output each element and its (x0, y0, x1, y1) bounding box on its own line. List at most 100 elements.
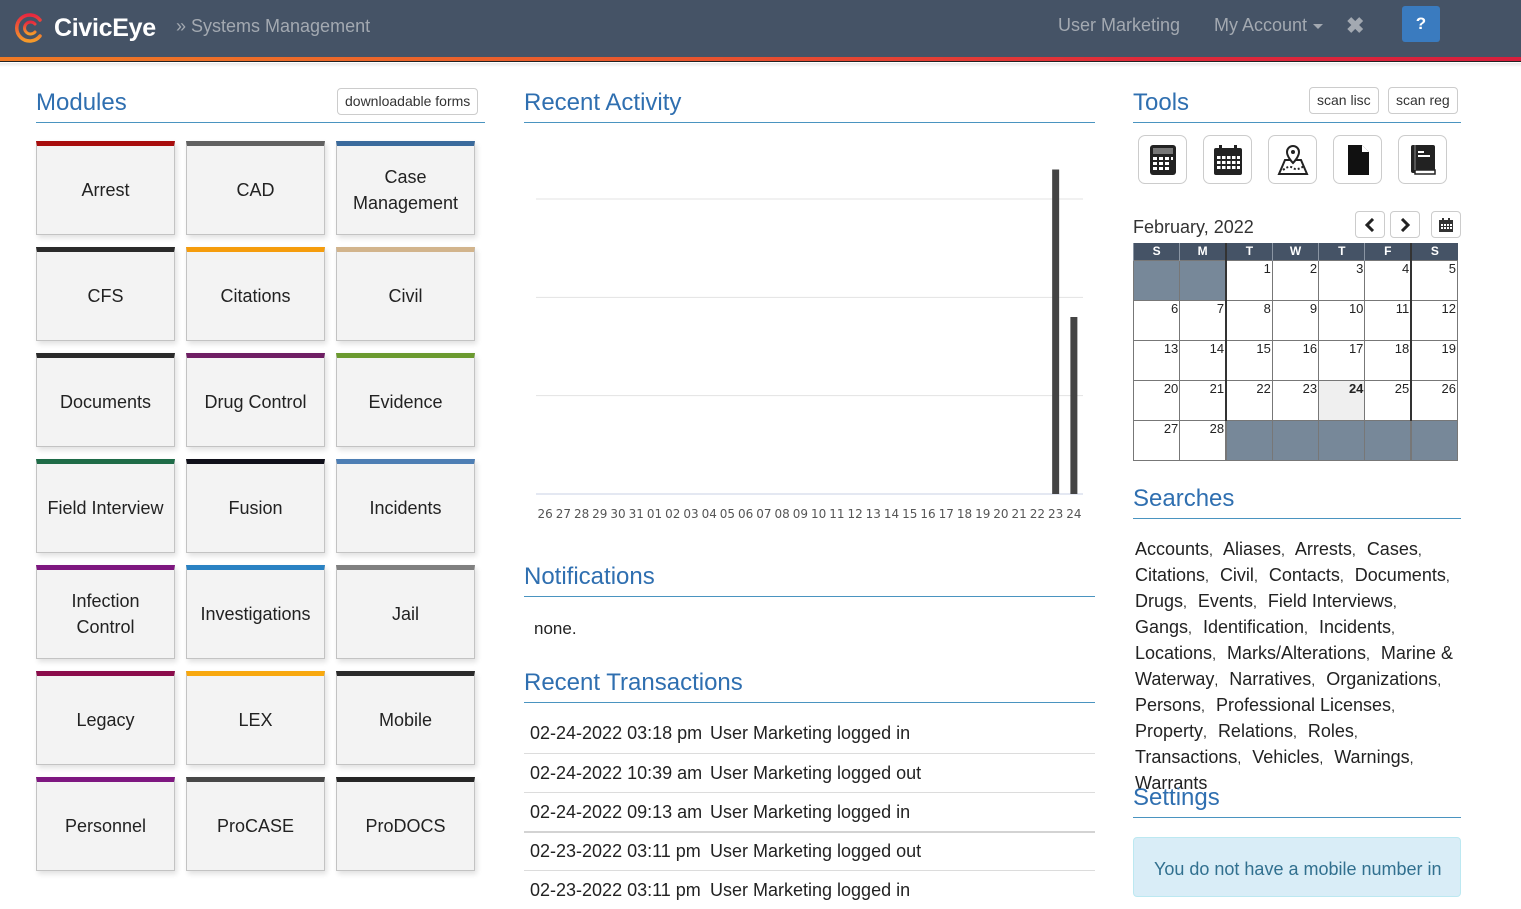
calendar-day[interactable]: 27 (1132, 419, 1181, 461)
calendar-next-button[interactable] (1390, 211, 1420, 238)
calendar-day[interactable]: 26 (1410, 379, 1459, 421)
scan-license-button[interactable]: scan lisc (1309, 87, 1379, 114)
map-tool-button[interactable] (1268, 135, 1317, 184)
calendar-day[interactable]: 5 (1410, 259, 1459, 301)
calendar-day[interactable]: 11 (1364, 299, 1412, 341)
module-tile-cfs[interactable]: CFS (36, 247, 175, 341)
calendar-day[interactable]: 1 (1225, 259, 1273, 301)
calendar-day-today[interactable]: 24 (1318, 379, 1366, 421)
brand-logo[interactable]: CivicEye (14, 8, 156, 48)
calendar-day[interactable]: 14 (1179, 339, 1227, 381)
calendar-day[interactable]: 9 (1271, 299, 1320, 341)
calendar-day[interactable]: 8 (1225, 299, 1273, 341)
transaction-row: 02-24-2022 09:13 am User Marketing logged… (524, 792, 1095, 831)
module-tile-investigations[interactable]: Investigations (186, 565, 325, 659)
calendar-day[interactable]: 3 (1318, 259, 1366, 301)
search-link[interactable]: Gangs (1135, 617, 1188, 637)
search-link[interactable]: Field Interviews (1268, 591, 1393, 611)
module-tile-drug-control[interactable]: Drug Control (186, 353, 325, 447)
module-tile-cad[interactable]: CAD (186, 141, 325, 235)
document-tool-button[interactable] (1333, 135, 1382, 184)
book-tool-button[interactable] (1398, 135, 1447, 184)
module-tile-personnel[interactable]: Personnel (36, 777, 175, 871)
search-link[interactable]: Events (1198, 591, 1253, 611)
calendar-day[interactable]: 23 (1271, 379, 1320, 421)
search-link[interactable]: Incidents (1319, 617, 1391, 637)
search-link[interactable]: Organizations (1326, 669, 1437, 689)
calendar-day[interactable]: 28 (1179, 419, 1227, 461)
search-link[interactable]: Aliases (1223, 539, 1281, 559)
search-link[interactable]: Locations (1135, 643, 1212, 663)
module-tile-arrest[interactable]: Arrest (36, 141, 175, 235)
module-tile-documents[interactable]: Documents (36, 353, 175, 447)
search-link[interactable]: Identification (1203, 617, 1304, 637)
calendar-day[interactable]: 10 (1318, 299, 1366, 341)
search-link[interactable]: Professional Licenses (1216, 695, 1391, 715)
module-tile-incidents[interactable]: Incidents (336, 459, 475, 553)
calendar-day[interactable]: 22 (1225, 379, 1273, 421)
module-tile-mobile[interactable]: Mobile (336, 671, 475, 765)
calendar-day[interactable]: 18 (1364, 339, 1412, 381)
search-link[interactable]: Civil (1220, 565, 1254, 585)
chart-x-tick-label: 19 (975, 507, 990, 521)
search-link[interactable]: Transactions (1135, 747, 1237, 767)
module-tile-infection-control[interactable]: Infection Control (36, 565, 175, 659)
search-link[interactable]: Persons (1135, 695, 1201, 715)
search-link[interactable]: Vehicles (1252, 747, 1319, 767)
search-link[interactable]: Documents (1355, 565, 1446, 585)
help-button[interactable]: ? (1402, 6, 1440, 42)
calendar-day[interactable]: 2 (1271, 259, 1320, 301)
calendar-day[interactable]: 13 (1132, 339, 1181, 381)
search-link[interactable]: Warnings (1334, 747, 1409, 767)
transaction-description: User Marketing logged out (710, 841, 922, 861)
module-tile-prodocs[interactable]: ProDOCS (336, 777, 475, 871)
module-tile-jail[interactable]: Jail (336, 565, 475, 659)
calendar-day[interactable]: 17 (1318, 339, 1366, 381)
calendar-day[interactable]: 25 (1364, 379, 1412, 421)
search-link[interactable]: Marks/Alterations (1227, 643, 1366, 663)
module-tile-civil[interactable]: Civil (336, 247, 475, 341)
calendar-tool-button[interactable] (1203, 135, 1252, 184)
module-tile-evidence[interactable]: Evidence (336, 353, 475, 447)
calendar-day[interactable]: 12 (1410, 299, 1459, 341)
scan-registration-button[interactable]: scan reg (1388, 87, 1458, 114)
calendar-day[interactable]: 16 (1271, 339, 1320, 381)
calculator-tool-button[interactable] (1138, 135, 1187, 184)
calendar-day[interactable]: 6 (1132, 299, 1181, 341)
my-account-menu[interactable]: My Account (1214, 15, 1324, 36)
search-link[interactable]: Drugs (1135, 591, 1183, 611)
module-tile-citations[interactable]: Citations (186, 247, 325, 341)
transaction-description: User Marketing logged in (710, 801, 911, 822)
module-tile-procase[interactable]: ProCASE (186, 777, 325, 871)
search-link[interactable]: Relations (1218, 721, 1293, 741)
user-name-link[interactable]: User Marketing (1058, 15, 1180, 36)
calendar-day[interactable]: 21 (1179, 379, 1227, 421)
calendar-picker-button[interactable] (1431, 211, 1461, 238)
book-icon (1410, 144, 1436, 175)
chart-x-tick-label: 24 (1066, 507, 1081, 521)
module-tile-case-management[interactable]: Case Management (336, 141, 475, 235)
calendar-week-row: 6 7 8 9 10 11 12 (1132, 299, 1459, 341)
chart-bar-23 (1052, 169, 1060, 494)
search-link[interactable]: Citations (1135, 565, 1205, 585)
search-link[interactable]: Contacts (1269, 565, 1340, 585)
search-link[interactable]: Roles (1308, 721, 1354, 741)
calendar-day[interactable]: 4 (1364, 259, 1412, 301)
calendar-day[interactable]: 20 (1132, 379, 1181, 421)
module-tile-field-interview[interactable]: Field Interview (36, 459, 175, 553)
search-link[interactable]: Accounts (1135, 539, 1209, 559)
downloadable-forms-button[interactable]: downloadable forms (337, 88, 479, 115)
calendar-day[interactable]: 7 (1179, 299, 1227, 341)
calendar-day[interactable]: 19 (1410, 339, 1459, 381)
close-icon[interactable]: ✖ (1346, 13, 1364, 39)
search-separator: , (1339, 568, 1344, 584)
search-link[interactable]: Cases (1367, 539, 1418, 559)
search-link[interactable]: Narratives (1229, 669, 1311, 689)
module-tile-fusion[interactable]: Fusion (186, 459, 325, 553)
calendar-day[interactable]: 15 (1225, 339, 1273, 381)
search-link[interactable]: Arrests (1295, 539, 1352, 559)
search-link[interactable]: Property (1135, 721, 1203, 741)
module-tile-legacy[interactable]: Legacy (36, 671, 175, 765)
module-tile-lex[interactable]: LEX (186, 671, 325, 765)
calendar-prev-button[interactable] (1355, 211, 1385, 238)
